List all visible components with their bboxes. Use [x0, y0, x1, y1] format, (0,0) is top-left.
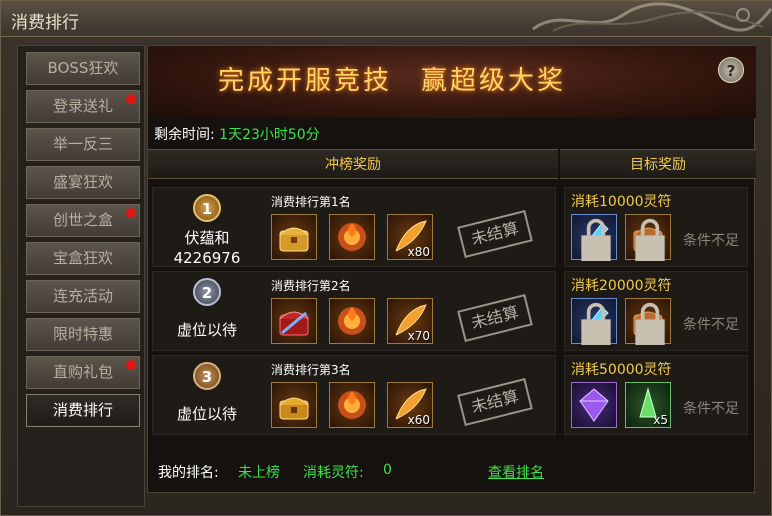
window-title: 消费排行	[11, 13, 79, 33]
goal-label: 消耗50000灵符	[571, 362, 672, 378]
nav-item-analogy[interactable]: 举一反三	[26, 128, 140, 161]
goal-row: 消耗20000灵符 条件不足	[564, 271, 748, 351]
green-crystal-icon[interactable]: x5	[625, 382, 671, 428]
nav-item-genesis-box[interactable]: 创世之盒	[26, 204, 140, 237]
goal-status: 条件不足	[683, 401, 739, 417]
rank-row: 1 伏蕴和 4226976 消费排行第1名 x80 未结算	[152, 187, 556, 267]
goal-status: 条件不足	[683, 317, 739, 333]
dragon-ornament-icon	[532, 2, 772, 32]
rank-row: 2 虚位以待 消费排行第2名 x70 未结算	[152, 271, 556, 351]
goal-rewards-header: 目标奖励	[560, 149, 756, 179]
nav-item-limited-offer[interactable]: 限时特惠	[26, 318, 140, 351]
event-banner: 完成开服竞技 赢超级大奖 ?	[148, 46, 756, 118]
banner-slogan: 完成开服竞技 赢超级大奖	[218, 66, 567, 96]
item-quantity: x70	[407, 329, 430, 343]
my-rank-label: 我的排名:	[158, 465, 219, 481]
player-score: 4226976	[173, 249, 241, 267]
help-button[interactable]: ?	[718, 57, 744, 83]
nav-item-direct-pack[interactable]: 直购礼包	[26, 356, 140, 389]
countdown-label: 剩余时间:	[154, 127, 215, 143]
crystal-blade-icon[interactable]	[571, 214, 617, 261]
item-quantity: x5	[653, 413, 668, 427]
view-ranking-link[interactable]: 查看排名	[488, 462, 544, 482]
side-nav: BOSS狂欢 登录送礼 举一反三 盛宴狂欢 创世之盒 宝盒狂欢 连充活动 限时特…	[17, 45, 145, 507]
window-frame: 消费排行 BOSS狂欢 登录送礼 举一反三 盛宴狂欢 创世之盒 宝盒狂欢 连充活…	[0, 0, 772, 516]
goal-label: 消耗10000灵符	[571, 194, 672, 210]
goal-row: 消耗50000灵符 x5 条件不足	[564, 355, 748, 435]
crystal-blade-icon[interactable]	[571, 298, 617, 345]
player-name: 虚位以待	[176, 405, 237, 423]
main-panel: 完成开服竞技 赢超级大奖 ? 剩余时间: 1天23小时50分 冲榜奖励 目标奖励…	[147, 45, 756, 493]
rank-medal-icon: 2	[193, 278, 221, 306]
unsettled-stamp: 未结算	[457, 210, 533, 258]
red-chest-icon[interactable]	[271, 298, 317, 344]
goal-label: 消耗20000灵符	[571, 278, 672, 294]
lock-icon	[635, 302, 665, 345]
notification-dot	[126, 360, 136, 370]
player-name: 伏蕴和	[184, 229, 230, 247]
rank-medal-icon: 1	[193, 194, 221, 222]
title-bar[interactable]: 消费排行	[1, 1, 772, 37]
lock-icon	[581, 218, 611, 261]
purple-gem-icon[interactable]	[571, 382, 617, 428]
rank-medal-icon: 3	[193, 362, 221, 390]
countdown-value: 1天23小时50分	[219, 127, 320, 143]
flame-feather-icon[interactable]: x70	[387, 298, 433, 344]
fire-orb-icon[interactable]	[329, 298, 375, 344]
gold-chest-icon[interactable]	[271, 382, 317, 428]
countdown: 剩余时间: 1天23小时50分	[154, 124, 320, 144]
flame-feather-icon[interactable]: x80	[387, 214, 433, 260]
rank-row: 3 虚位以待 消费排行第3名 x60 未结算	[152, 355, 556, 435]
wooden-chest-icon[interactable]	[625, 214, 671, 261]
my-rank-value: 未上榜	[238, 465, 280, 481]
player-name: 虚位以待	[176, 321, 237, 339]
treasure-chest-icon[interactable]	[271, 214, 317, 260]
nav-item-login-gift[interactable]: 登录送礼	[26, 90, 140, 123]
item-quantity: x60	[407, 413, 430, 427]
nav-item-recharge[interactable]: 连充活动	[26, 280, 140, 313]
nav-item-feast[interactable]: 盛宴狂欢	[26, 166, 140, 199]
fire-orb-icon[interactable]	[329, 214, 375, 260]
wooden-chest-icon[interactable]	[625, 298, 671, 345]
notification-dot	[126, 94, 136, 104]
rank-label: 消费排行第1名	[271, 195, 351, 209]
unsettled-stamp: 未结算	[457, 294, 533, 342]
item-quantity: x80	[407, 245, 430, 259]
rank-label: 消费排行第3名	[271, 363, 351, 377]
nav-item-spend-rank[interactable]: 消费排行	[26, 394, 140, 427]
unsettled-stamp: 未结算	[457, 378, 533, 426]
spent-value: 0	[383, 462, 392, 478]
spent-label: 消耗灵符:	[303, 465, 364, 481]
rank-label: 消费排行第2名	[271, 279, 351, 293]
goal-status: 条件不足	[683, 233, 739, 249]
fire-orb-icon[interactable]	[329, 382, 375, 428]
goal-row: 消耗10000灵符 条件不足	[564, 187, 748, 267]
lock-icon	[635, 218, 665, 261]
rank-rewards-header: 冲榜奖励	[148, 149, 558, 179]
flame-feather-icon[interactable]: x60	[387, 382, 433, 428]
lock-icon	[581, 302, 611, 345]
nav-item-treasure-box[interactable]: 宝盒狂欢	[26, 242, 140, 275]
notification-dot	[126, 208, 136, 218]
nav-item-boss[interactable]: BOSS狂欢	[26, 52, 140, 85]
